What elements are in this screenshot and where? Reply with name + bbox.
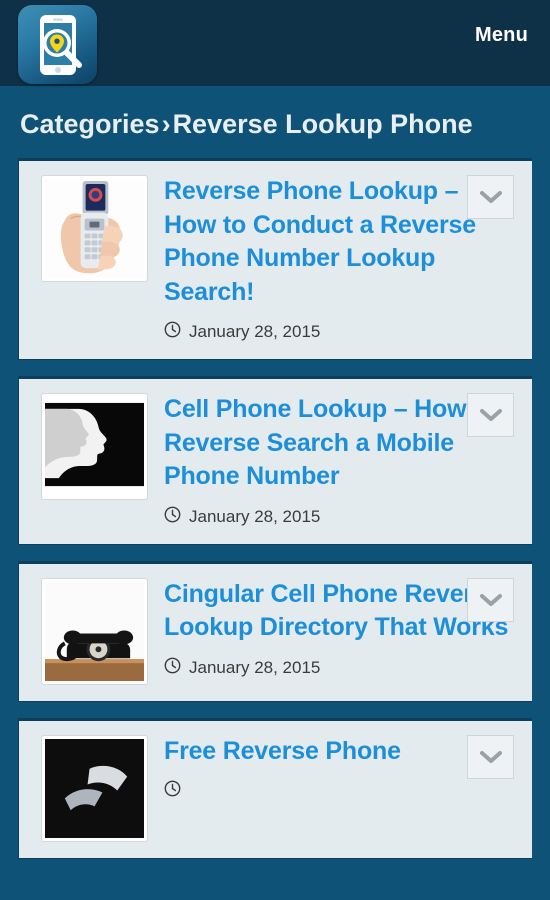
chevron-down-icon [479, 750, 502, 764]
chevron-down-icon [479, 408, 502, 422]
chevron-down-icon [479, 190, 502, 204]
expand-article-button[interactable] [467, 734, 514, 779]
dark-phone-photo-image [45, 738, 144, 838]
article-meta: January 28, 2015 [164, 506, 514, 528]
vintage-black-rotary-telephone-image [45, 581, 144, 681]
breadcrumb: Categories›Reverse Lookup Phone [0, 86, 550, 158]
article-date: January 28, 2015 [189, 506, 321, 526]
site-logo[interactable] [18, 5, 97, 84]
article-body: Cell Phone Lookup – How to Reverse Searc… [164, 393, 518, 528]
article-card[interactable]: Reverse Phone Lookup – How to Conduct a … [18, 158, 532, 361]
article-title-link[interactable]: Cell Phone Lookup – How to Reverse Searc… [164, 393, 514, 494]
article-body: Reverse Phone Lookup – How to Conduct a … [164, 175, 518, 343]
article-card[interactable]: Free Reverse Phone [18, 717, 532, 859]
breadcrumb-separator: › [161, 109, 171, 139]
expand-article-button[interactable] [467, 175, 514, 220]
expand-article-button[interactable] [467, 577, 514, 622]
article-body: Free Reverse Phone [164, 735, 518, 803]
article-meta: January 28, 2015 [164, 321, 514, 343]
article-title-link[interactable]: Reverse Phone Lookup – How to Conduct a … [164, 175, 514, 309]
article-list: Reverse Phone Lookup – How to Conduct a … [0, 158, 550, 859]
article-date: January 28, 2015 [189, 657, 321, 677]
article-card[interactable]: Cingular Cell Phone Reverse Lookup Direc… [18, 560, 532, 702]
hand-holding-silver-flip-phone-image [45, 179, 144, 279]
article-meta: January 28, 2015 [164, 657, 514, 679]
article-thumbnail[interactable] [41, 175, 148, 283]
page-root: Menu Categories›Reverse Lookup Phone Rev… [0, 0, 550, 900]
site-header: Menu [0, 0, 550, 86]
article-body: Cingular Cell Phone Reverse Lookup Direc… [164, 578, 518, 679]
breadcrumb-current: Reverse Lookup Phone [172, 109, 473, 139]
clock-icon [164, 321, 181, 343]
expand-article-button[interactable] [467, 393, 514, 438]
black-and-white-face-silhouette-image [45, 397, 144, 497]
article-thumbnail[interactable] [41, 577, 148, 685]
clock-icon [164, 780, 181, 802]
article-meta [164, 780, 514, 802]
article-thumbnail[interactable] [41, 734, 148, 842]
phone-search-logo-icon [29, 14, 87, 76]
article-card[interactable]: Cell Phone Lookup – How to Reverse Searc… [18, 376, 532, 545]
article-date: January 28, 2015 [189, 322, 321, 342]
clock-icon [164, 657, 181, 679]
clock-icon [164, 506, 181, 528]
article-title-link[interactable]: Free Reverse Phone [164, 735, 514, 769]
menu-toggle-button[interactable]: Menu [475, 25, 528, 45]
breadcrumb-root[interactable]: Categories [20, 109, 160, 139]
article-title-link[interactable]: Cingular Cell Phone Reverse Lookup Direc… [164, 578, 514, 645]
chevron-down-icon [479, 593, 502, 607]
article-thumbnail[interactable] [41, 393, 148, 501]
